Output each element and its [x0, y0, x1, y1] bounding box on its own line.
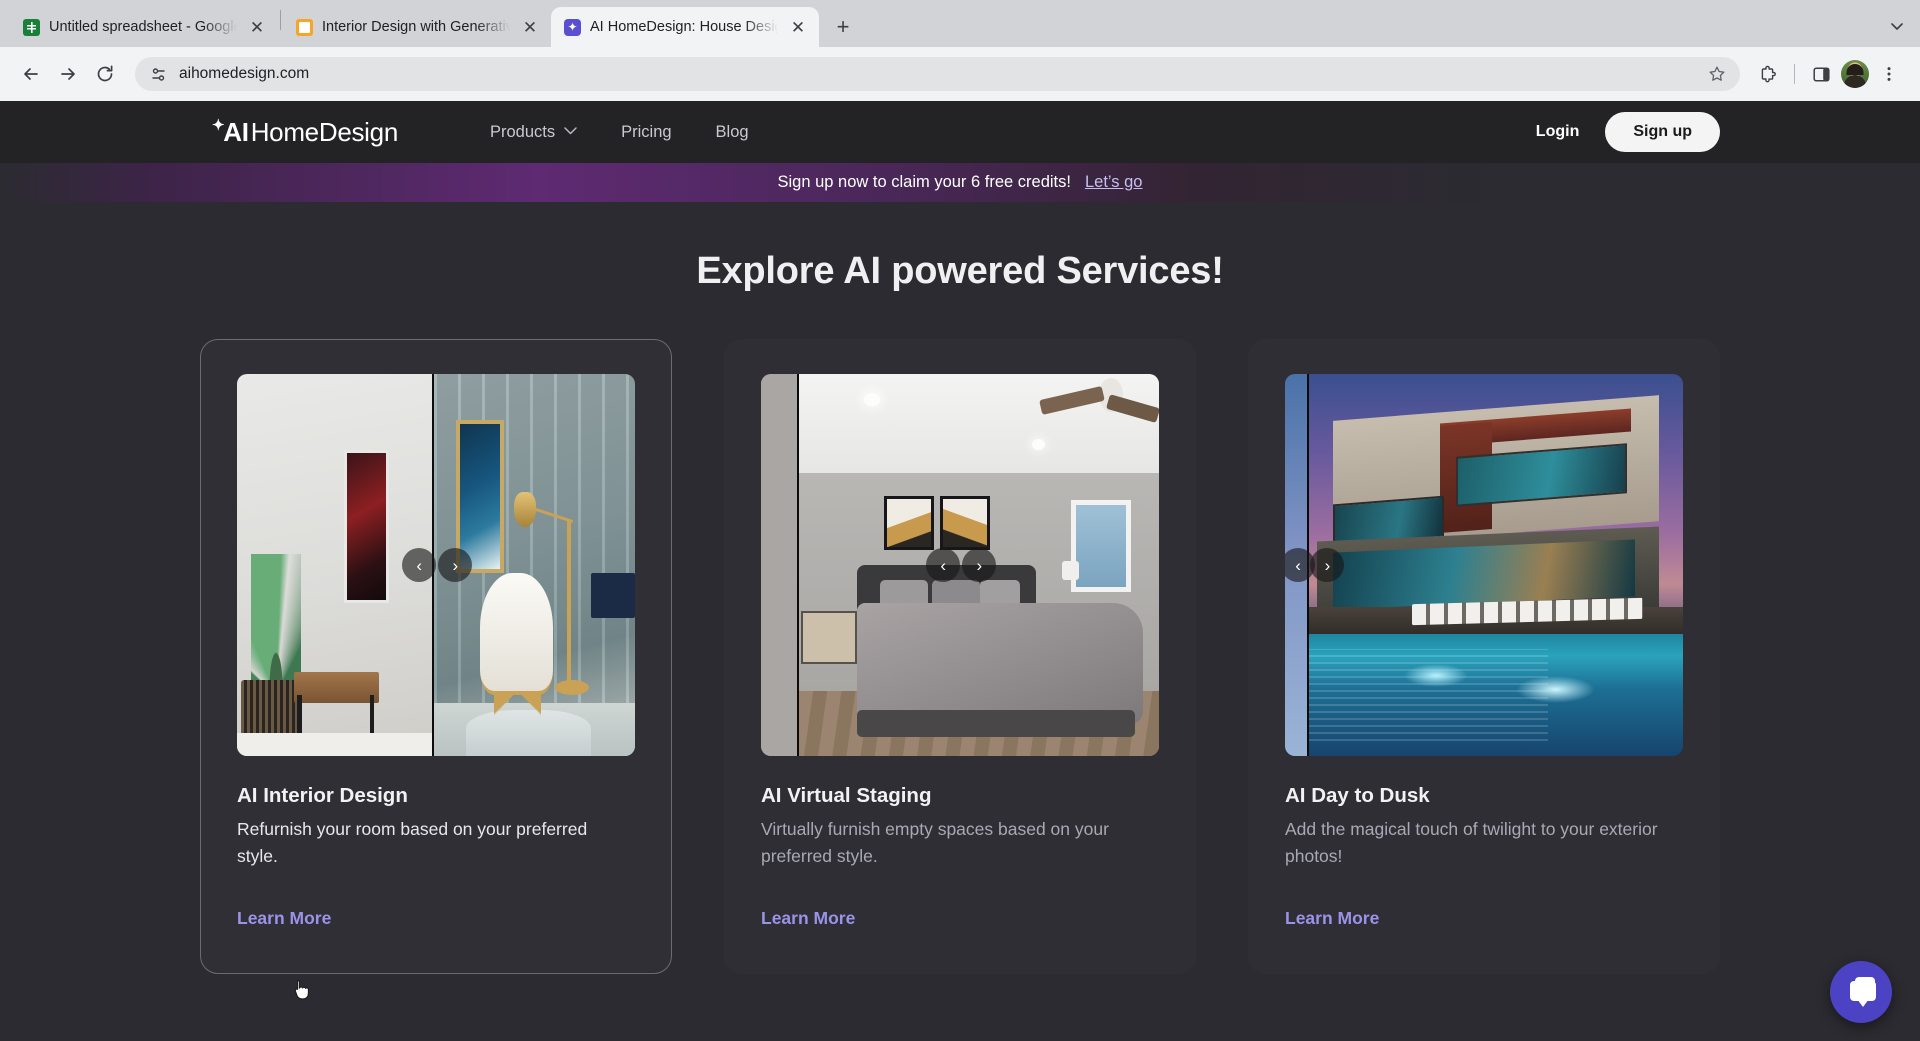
- site-header: ✦ AI HomeDesign Products Pricing Blog: [0, 101, 1920, 163]
- extensions-icon[interactable]: [1751, 57, 1785, 91]
- card-image-before-after-home-office[interactable]: ‹ ›: [237, 374, 635, 756]
- tab-strip: Untitled spreadsheet - Google Sheets ✕ I…: [0, 0, 1920, 47]
- back-button[interactable]: [14, 57, 48, 91]
- chat-bubble-icon[interactable]: [1830, 961, 1892, 1023]
- dusk-exterior-image: [1285, 374, 1683, 756]
- browser-window: Untitled spreadsheet - Google Sheets ✕ I…: [0, 0, 1920, 1041]
- card-title: AI Day to Dusk: [1285, 784, 1683, 808]
- mouse-cursor: [294, 979, 312, 1001]
- profile-avatar[interactable]: [1841, 60, 1869, 88]
- carousel-next-button[interactable]: ›: [438, 548, 472, 582]
- logo-ai: AI: [223, 117, 248, 148]
- tab-title: Untitled spreadsheet - Google Sheets: [49, 19, 237, 35]
- close-icon[interactable]: ✕: [787, 16, 809, 38]
- card-title: AI Interior Design: [237, 784, 635, 808]
- service-card-ai-day-to-dusk[interactable]: ‹ › AI Day to Dusk Add the magical touch…: [1248, 339, 1720, 974]
- card-description: Add the magical touch of twilight to you…: [1285, 816, 1675, 869]
- tab-divider: [280, 10, 281, 30]
- close-icon[interactable]: ✕: [246, 16, 268, 38]
- service-card-ai-virtual-staging[interactable]: ‹ › AI Virtual Staging Virtually furnish…: [724, 339, 1196, 974]
- header-actions: Login Sign up: [1518, 112, 1720, 152]
- card-image-staged-bedroom[interactable]: ‹ ›: [761, 374, 1159, 756]
- ai-homedesign-icon: [564, 19, 581, 36]
- carousel-prev-button[interactable]: ‹: [402, 548, 436, 582]
- tune-icon[interactable]: [145, 61, 171, 87]
- nav-label: Blog: [716, 123, 749, 142]
- sheets-icon: [23, 19, 40, 36]
- sparkle-icon: ✦: [212, 116, 224, 134]
- nav-label: Pricing: [621, 123, 671, 142]
- carousel-next-button[interactable]: ›: [1310, 548, 1344, 582]
- nav-item-blog[interactable]: Blog: [694, 115, 771, 150]
- card-image-house-at-dusk[interactable]: ‹ ›: [1285, 374, 1683, 756]
- logo-homedesign: HomeDesign: [251, 117, 398, 148]
- forward-button[interactable]: [51, 57, 85, 91]
- nav-label: Products: [490, 123, 555, 142]
- page-content: ✦ AI HomeDesign Products Pricing Blog: [0, 101, 1920, 1041]
- learn-more-link[interactable]: Learn More: [237, 908, 331, 929]
- main-nav: Products Pricing Blog: [468, 115, 771, 150]
- carousel-next-button[interactable]: ›: [962, 548, 996, 582]
- tab-interior-design[interactable]: Interior Design with Generative AI ✕: [283, 7, 551, 47]
- side-panel-icon[interactable]: [1804, 57, 1838, 91]
- card-description: Refurnish your room based on your prefer…: [237, 816, 627, 869]
- site-logo[interactable]: ✦ AI HomeDesign: [212, 117, 398, 148]
- nav-item-products[interactable]: Products: [468, 115, 599, 150]
- tab-search-chevron-down-icon[interactable]: [1882, 11, 1912, 41]
- address-bar[interactable]: aihomedesign.com: [135, 57, 1740, 91]
- tab-ai-homedesign[interactable]: AI HomeDesign: House Design ✕: [551, 7, 819, 47]
- service-card-ai-interior-design[interactable]: ‹ › AI Interior Design Refurnish your ro…: [200, 339, 672, 974]
- promo-text: Sign up now to claim your 6 free credits…: [778, 173, 1071, 192]
- login-button[interactable]: Login: [1518, 115, 1598, 149]
- close-icon[interactable]: ✕: [519, 16, 541, 38]
- browser-toolbar: aihomedesign.com: [0, 47, 1920, 101]
- card-description: Virtually furnish empty spaces based on …: [761, 816, 1151, 869]
- three-dot-menu-icon[interactable]: [1872, 57, 1906, 91]
- nav-item-pricing[interactable]: Pricing: [599, 115, 693, 150]
- star-icon[interactable]: [1702, 59, 1732, 89]
- services-card-grid: ‹ › AI Interior Design Refurnish your ro…: [0, 339, 1920, 974]
- tab-untitled-spreadsheet[interactable]: Untitled spreadsheet - Google Sheets ✕: [10, 7, 278, 47]
- carousel-prev-button[interactable]: ‹: [926, 548, 960, 582]
- docs-icon: [296, 19, 313, 36]
- signup-button[interactable]: Sign up: [1605, 112, 1720, 152]
- learn-more-link[interactable]: Learn More: [761, 908, 855, 929]
- tab-title: Interior Design with Generative AI: [322, 19, 510, 35]
- url-text[interactable]: aihomedesign.com: [179, 65, 1694, 83]
- page-title: Explore AI powered Services!: [0, 250, 1920, 293]
- learn-more-link[interactable]: Learn More: [1285, 908, 1379, 929]
- toolbar-divider: [1794, 64, 1795, 84]
- new-tab-button[interactable]: +: [827, 11, 859, 43]
- promo-link[interactable]: Let’s go: [1085, 173, 1143, 192]
- reload-button[interactable]: [88, 57, 122, 91]
- chevron-down-icon: [564, 126, 577, 138]
- card-title: AI Virtual Staging: [761, 784, 1159, 808]
- tab-title: AI HomeDesign: House Design: [590, 19, 778, 35]
- promo-banner: Sign up now to claim your 6 free credits…: [0, 163, 1920, 202]
